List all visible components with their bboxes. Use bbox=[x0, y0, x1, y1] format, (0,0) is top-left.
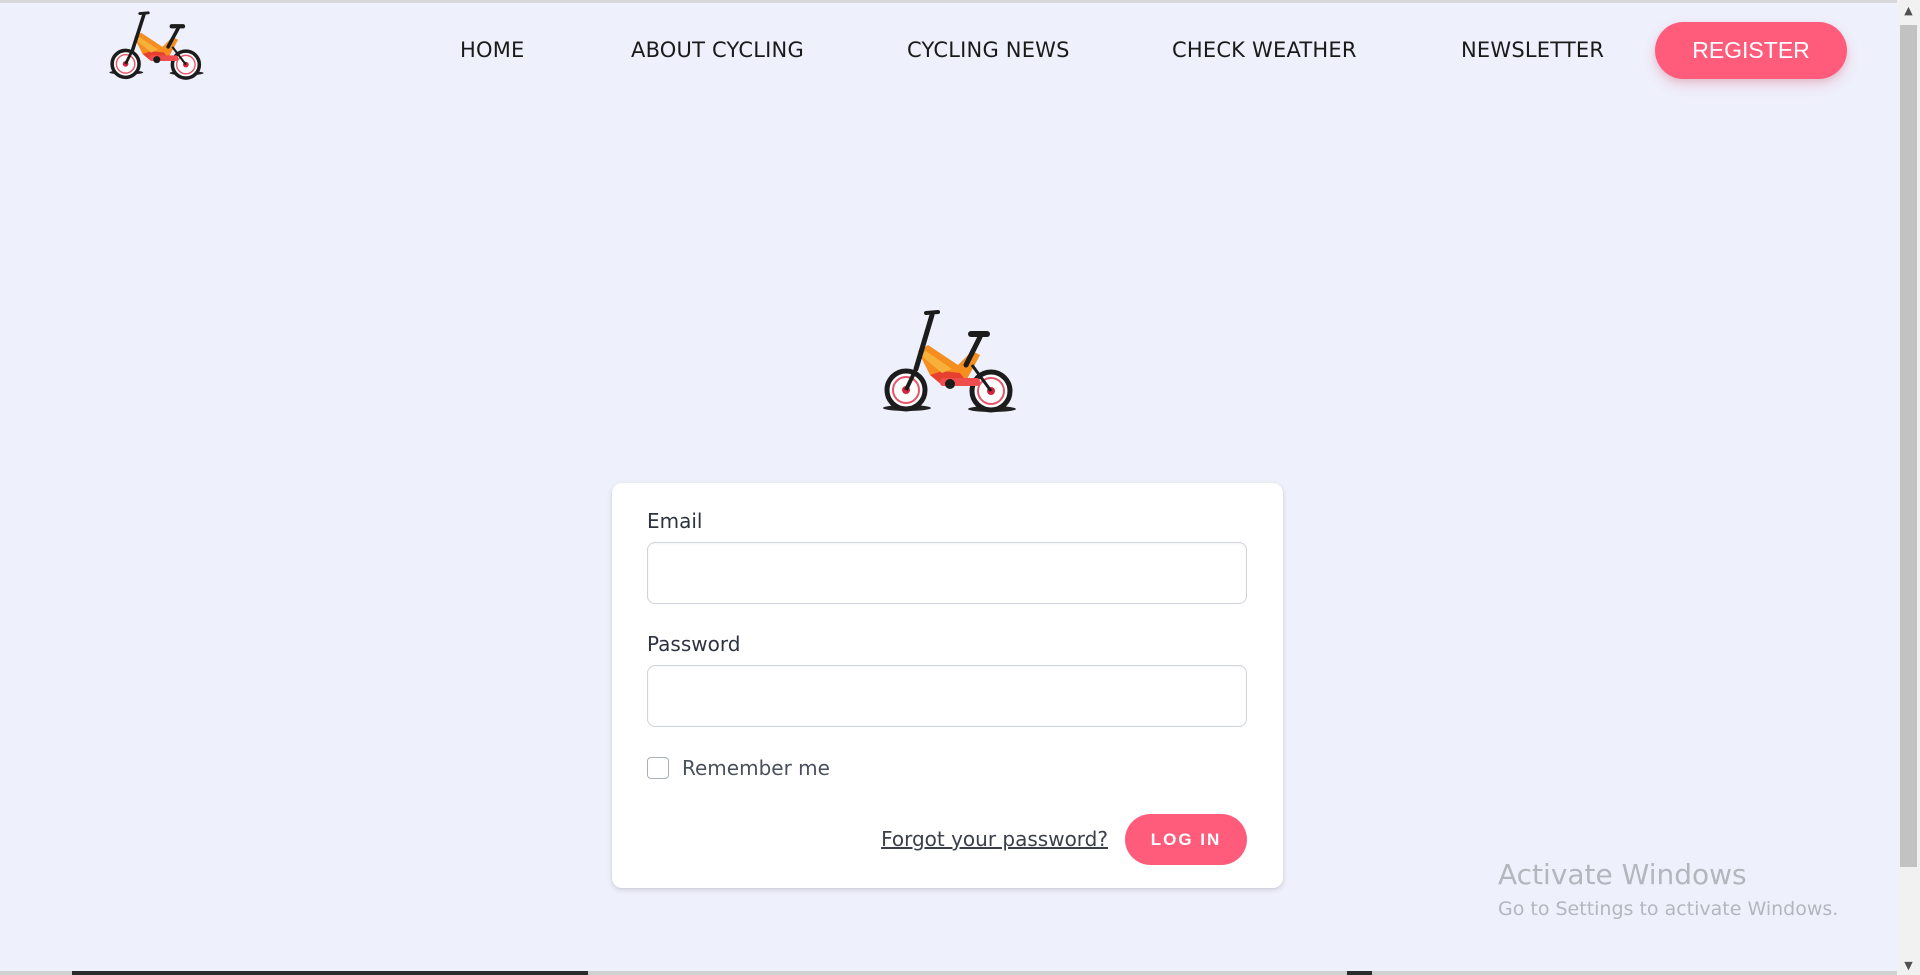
bicycle-icon bbox=[109, 11, 204, 80]
vertical-scrollbar[interactable]: ▲ ▼ bbox=[1897, 0, 1920, 975]
activate-windows-title: Activate Windows bbox=[1498, 858, 1747, 891]
bicycle-icon bbox=[883, 310, 1016, 413]
activate-windows-subtitle: Go to Settings to activate Windows. bbox=[1498, 898, 1839, 920]
login-form: Email Password Remember me Forgot your p… bbox=[612, 483, 1283, 888]
nav-home[interactable]: HOME bbox=[460, 38, 525, 62]
password-label: Password bbox=[647, 632, 741, 656]
scroll-down-arrow-icon[interactable]: ▼ bbox=[1897, 955, 1920, 975]
bottom-edge-strip bbox=[0, 971, 1897, 975]
login-logo[interactable] bbox=[880, 305, 1022, 415]
remember-me-checkbox[interactable] bbox=[647, 757, 669, 779]
email-field[interactable] bbox=[647, 542, 1247, 604]
remember-me-label[interactable]: Remember me bbox=[682, 756, 830, 780]
scroll-up-arrow-icon[interactable]: ▲ bbox=[1897, 0, 1920, 20]
remember-me-row: Remember me bbox=[647, 756, 830, 780]
nav-check-weather[interactable]: CHECK WEATHER bbox=[1172, 38, 1357, 62]
site-logo[interactable] bbox=[105, 10, 210, 88]
nav-cycling-news[interactable]: CYCLING NEWS bbox=[907, 38, 1070, 62]
scrollbar-thumb[interactable] bbox=[1900, 25, 1917, 867]
email-label: Email bbox=[647, 509, 703, 533]
register-button[interactable]: REGISTER bbox=[1655, 22, 1847, 79]
login-button[interactable]: LOG IN bbox=[1125, 814, 1247, 865]
nav-newsletter[interactable]: NEWSLETTER bbox=[1461, 38, 1604, 62]
top-border bbox=[0, 0, 1920, 3]
forgot-password-link[interactable]: Forgot your password? bbox=[881, 827, 1108, 851]
password-field[interactable] bbox=[647, 665, 1247, 727]
nav-about-cycling[interactable]: ABOUT CYCLING bbox=[631, 38, 804, 62]
